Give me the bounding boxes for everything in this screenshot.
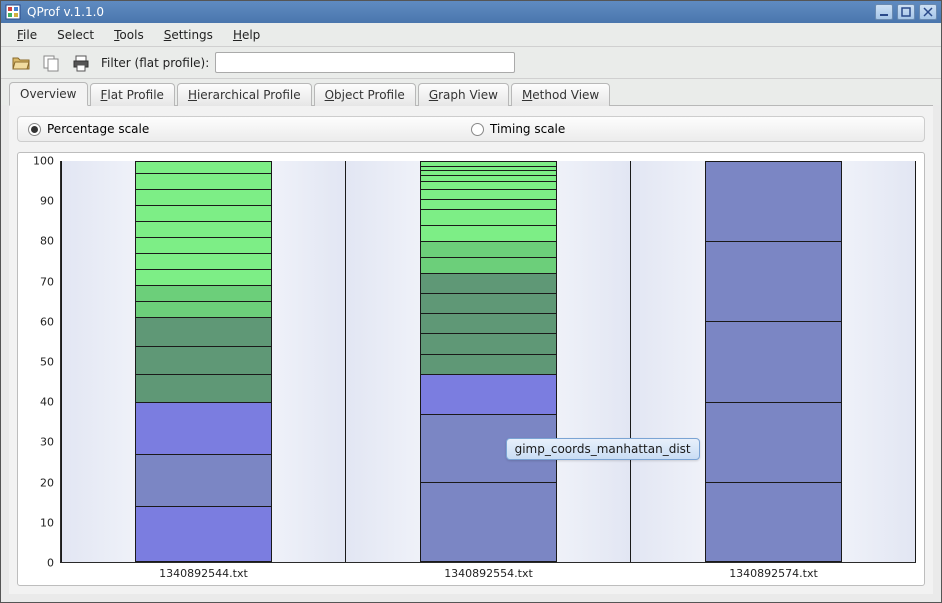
tooltip: gimp_coords_manhattan_dist — [506, 438, 700, 460]
filter-label: Filter (flat profile): — [101, 56, 209, 70]
tab-graph-view[interactable]: Graph View — [418, 83, 509, 106]
bar-segment[interactable] — [420, 273, 557, 293]
bar-segment[interactable] — [420, 181, 557, 189]
bar-segment[interactable] — [135, 205, 272, 221]
y-tick: 40 — [40, 396, 54, 409]
open-button[interactable] — [9, 51, 33, 75]
content-area: Percentage scale Timing scale 0102030405… — [9, 105, 933, 594]
bar-segment[interactable] — [135, 301, 272, 317]
bar-segment[interactable] — [420, 225, 557, 241]
x-label: 1340892554.txt — [444, 567, 533, 580]
bar-segment[interactable] — [420, 257, 557, 273]
y-tick: 30 — [40, 436, 54, 449]
bar-segment[interactable] — [135, 237, 272, 253]
timing-scale-label: Timing scale — [490, 122, 565, 136]
chart: 0102030405060708090100 1340892544.txt134… — [17, 152, 925, 586]
bar-segment[interactable] — [420, 313, 557, 333]
bar-segment[interactable] — [705, 161, 842, 241]
y-tick: 90 — [40, 195, 54, 208]
tabbar: OverviewFlat ProfileHierarchical Profile… — [1, 79, 941, 105]
menubar: FileSelectToolsSettingsHelp — [1, 23, 941, 47]
print-button[interactable] — [69, 51, 93, 75]
tab-flat-profile[interactable]: Flat Profile — [90, 83, 175, 106]
bar-segment[interactable] — [420, 374, 557, 414]
y-tick: 10 — [40, 516, 54, 529]
y-tick: 0 — [47, 557, 54, 570]
tab-hierarchical-profile[interactable]: Hierarchical Profile — [177, 83, 312, 106]
menu-help[interactable]: Help — [225, 26, 268, 44]
bar-segment[interactable] — [420, 209, 557, 225]
bar-segment[interactable] — [135, 253, 272, 269]
bar-segment[interactable] — [420, 354, 557, 374]
bar-segment[interactable] — [420, 333, 557, 353]
bar-segment[interactable] — [135, 346, 272, 374]
bar-segment[interactable] — [705, 482, 842, 562]
x-label: 1340892574.txt — [729, 567, 818, 580]
bar-segment[interactable] — [420, 199, 557, 209]
bar-segment[interactable] — [135, 269, 272, 285]
percentage-scale-label: Percentage scale — [47, 122, 149, 136]
bar-segment[interactable] — [705, 402, 842, 482]
bar-segment[interactable] — [135, 374, 272, 402]
y-axis: 0102030405060708090100 — [22, 161, 58, 563]
bar-segment[interactable] — [705, 321, 842, 401]
y-tick: 20 — [40, 476, 54, 489]
plot-area: 0102030405060708090100 1340892544.txt134… — [60, 161, 916, 563]
menu-tools[interactable]: Tools — [106, 26, 152, 44]
x-label: 1340892544.txt — [159, 567, 248, 580]
y-tick: 80 — [40, 235, 54, 248]
filter-input[interactable] — [215, 52, 515, 73]
bar-segment[interactable] — [705, 241, 842, 321]
copy-button[interactable] — [39, 51, 63, 75]
maximize-button[interactable] — [897, 4, 915, 20]
bar-segment[interactable] — [135, 221, 272, 237]
timing-scale-radio[interactable] — [471, 123, 484, 136]
app-icon — [5, 4, 21, 20]
tab-method-view[interactable]: Method View — [511, 83, 610, 106]
menu-select[interactable]: Select — [49, 26, 102, 44]
stacked-bar — [135, 161, 272, 562]
y-tick: 50 — [40, 356, 54, 369]
menu-settings[interactable]: Settings — [156, 26, 221, 44]
plot-inner: 1340892544.txt1340892554.txt1340892574.t… — [60, 161, 916, 563]
bar-segment[interactable] — [135, 285, 272, 301]
minimize-button[interactable] — [875, 4, 893, 20]
stacked-bar — [705, 161, 842, 562]
tab-overview[interactable]: Overview — [9, 82, 88, 106]
bar-segment[interactable] — [135, 173, 272, 189]
bar-segment[interactable] — [135, 317, 272, 345]
app-window: QProf v.1.1.0 FileSelectToolsSettingsHel… — [0, 0, 942, 603]
y-tick: 100 — [33, 155, 54, 168]
bar-segment[interactable] — [420, 189, 557, 199]
bar-segment[interactable] — [420, 293, 557, 313]
titlebar: QProf v.1.1.0 — [1, 1, 941, 23]
bar-segment[interactable] — [420, 482, 557, 562]
tab-object-profile[interactable]: Object Profile — [314, 83, 416, 106]
menu-file[interactable]: File — [9, 26, 45, 44]
close-button[interactable] — [919, 4, 937, 20]
bar-segment[interactable] — [135, 189, 272, 205]
window-controls — [875, 4, 937, 20]
bar-segment[interactable] — [135, 506, 272, 562]
bar-segment[interactable] — [135, 161, 272, 173]
percentage-scale-radio[interactable] — [28, 123, 41, 136]
scale-selector: Percentage scale Timing scale — [17, 116, 925, 142]
bar-segment[interactable] — [420, 241, 557, 257]
bar-segment[interactable] — [135, 454, 272, 506]
toolbar: Filter (flat profile): — [1, 47, 941, 79]
stacked-bar — [420, 161, 557, 562]
y-tick: 70 — [40, 275, 54, 288]
window-title: QProf v.1.1.0 — [27, 5, 875, 19]
y-tick: 60 — [40, 315, 54, 328]
bar-segment[interactable] — [135, 402, 272, 454]
